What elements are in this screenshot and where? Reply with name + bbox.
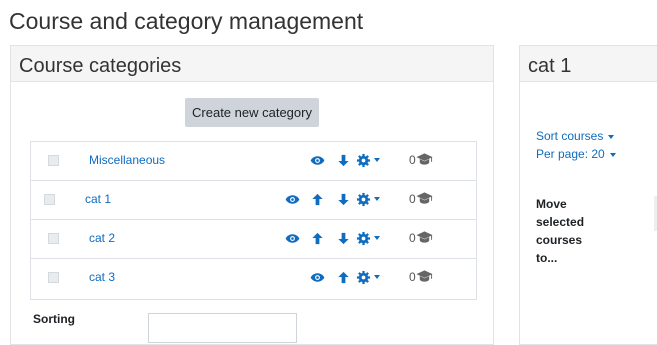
sorting-label: Sorting bbox=[33, 312, 75, 326]
arrow-down-icon[interactable] bbox=[336, 231, 351, 246]
category-checkbox[interactable] bbox=[44, 194, 55, 205]
cog-icon[interactable] bbox=[356, 153, 371, 168]
cog-icon[interactable] bbox=[356, 192, 371, 207]
category-checkbox[interactable] bbox=[48, 272, 59, 283]
chevron-down-icon bbox=[608, 134, 615, 139]
create-new-category-button[interactable]: Create new category bbox=[185, 98, 319, 127]
course-count: 0 bbox=[409, 270, 416, 284]
cog-icon[interactable] bbox=[356, 270, 371, 285]
category-link-miscellaneous[interactable]: Miscellaneous bbox=[89, 153, 165, 167]
graduation-cap-icon bbox=[416, 230, 433, 244]
arrow-up-icon[interactable] bbox=[336, 270, 351, 285]
graduation-cap-icon bbox=[416, 269, 433, 283]
per-page-dropdown[interactable]: Per page: 20 bbox=[536, 147, 616, 161]
sort-courses-label: Sort courses bbox=[536, 129, 604, 143]
category-link-cat-2[interactable]: cat 2 bbox=[89, 231, 115, 245]
course-categories-panel: Course categories Create new category Mi… bbox=[10, 45, 494, 345]
category-row-cat-1: cat 1 0 bbox=[31, 181, 476, 220]
arrow-up-icon[interactable] bbox=[310, 231, 325, 246]
cog-icon[interactable] bbox=[356, 231, 371, 246]
category-link-cat-1[interactable]: cat 1 bbox=[85, 192, 111, 206]
eye-icon[interactable] bbox=[310, 270, 325, 285]
chevron-down-icon bbox=[609, 152, 616, 157]
graduation-cap-icon bbox=[416, 152, 433, 166]
course-count: 0 bbox=[409, 192, 416, 206]
category-row-cat-2: cat 2 0 bbox=[31, 220, 476, 259]
eye-icon[interactable] bbox=[285, 231, 300, 246]
arrow-up-icon[interactable] bbox=[310, 192, 325, 207]
course-categories-heading: Course categories bbox=[19, 55, 182, 77]
category-row-cat-3: cat 3 0 bbox=[31, 259, 476, 298]
category-row-miscellaneous: Miscellaneous 0 bbox=[31, 142, 476, 181]
category-link-cat-3[interactable]: cat 3 bbox=[89, 270, 115, 284]
category-courses-header: cat 1 bbox=[520, 46, 657, 82]
move-selected-courses-label: Move selected courses to... bbox=[536, 197, 585, 265]
chevron-down-icon[interactable] bbox=[374, 197, 380, 201]
category-checkbox[interactable] bbox=[48, 233, 59, 244]
chevron-down-icon[interactable] bbox=[374, 158, 380, 162]
chevron-down-icon[interactable] bbox=[374, 236, 380, 240]
arrow-down-icon[interactable] bbox=[336, 153, 351, 168]
per-page-label: Per page: 20 bbox=[536, 147, 605, 161]
category-list: Miscellaneous 0 cat 1 0 cat 2 0 cat 3 0 bbox=[30, 141, 477, 300]
category-checkbox[interactable] bbox=[48, 155, 59, 166]
course-categories-header: Course categories bbox=[11, 46, 493, 82]
eye-icon[interactable] bbox=[310, 153, 325, 168]
chevron-down-icon[interactable] bbox=[374, 275, 380, 279]
graduation-cap-icon bbox=[416, 191, 433, 205]
category-courses-heading: cat 1 bbox=[528, 55, 572, 77]
eye-icon[interactable] bbox=[285, 192, 300, 207]
course-count: 0 bbox=[409, 231, 416, 245]
arrow-down-icon[interactable] bbox=[336, 192, 351, 207]
course-count: 0 bbox=[409, 153, 416, 167]
page-title: Course and category management bbox=[9, 8, 364, 34]
sort-courses-dropdown[interactable]: Sort courses bbox=[536, 129, 615, 143]
category-courses-panel: cat 1 Sort courses Per page: 20 Move sel… bbox=[519, 45, 657, 345]
